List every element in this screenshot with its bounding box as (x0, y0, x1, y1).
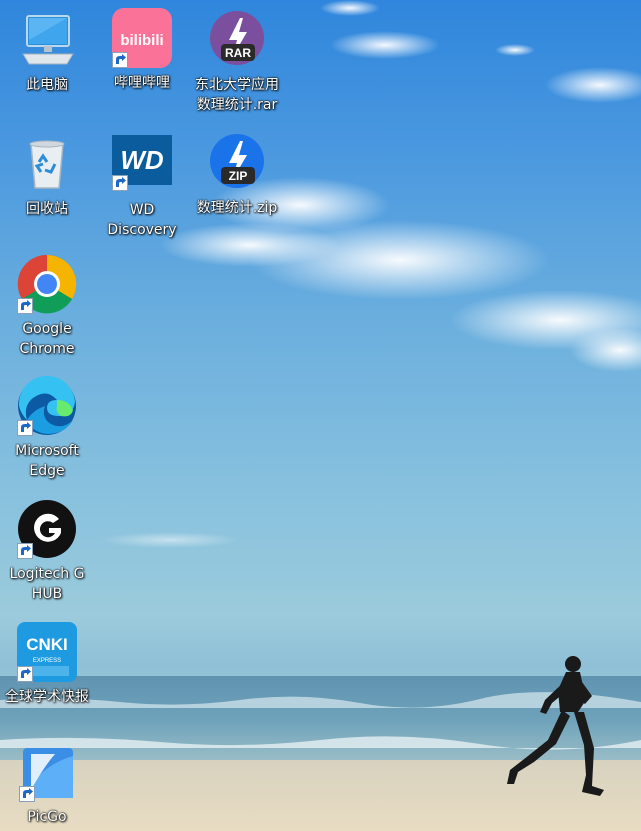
desktop-icon-picgo[interactable]: PicGo (2, 746, 92, 827)
desktop-icon-recycle-bin[interactable]: 回收站 (2, 134, 92, 219)
edge-icon (17, 375, 77, 436)
desktop-icon-microsoft-edge[interactable]: Microsoft Edge (2, 375, 92, 481)
recycle-bin-icon (17, 134, 77, 194)
zip-badge: ZIP (229, 169, 248, 183)
desktop-icon-rar-file[interactable]: RAR 东北大学应用 数理统计.rar (192, 10, 282, 115)
icon-label: 数理统计.zip (196, 200, 278, 216)
desktop-icon-zip-file[interactable]: ZIP 数理统计.zip (192, 133, 282, 218)
logitech-g-hub-icon (17, 499, 77, 559)
icon-label: 全球学术快报 (5, 689, 89, 705)
cnki-logo-subtext: EXPRESS (33, 658, 61, 664)
icon-label: 东北大学应用 数理统计.rar (195, 77, 279, 113)
bilibili-logo-text: bilibili (120, 32, 163, 49)
wd-logo-text: WD (120, 145, 164, 175)
shortcut-arrow-icon (17, 298, 33, 314)
bilibili-icon: bilibili (112, 8, 172, 68)
icon-label: WD Discovery (107, 202, 177, 238)
desktop-icon-bilibili[interactable]: bilibili 哔哩哔哩 (97, 8, 187, 93)
computer-icon (17, 10, 77, 70)
wd-discovery-icon: WD (112, 135, 172, 195)
cnki-logo-text: CNKI (26, 635, 68, 654)
wallpaper-image (0, 0, 641, 831)
desktop-icon-wd-discovery[interactable]: WD WD Discovery (97, 135, 187, 240)
shortcut-arrow-icon (112, 175, 128, 191)
shortcut-arrow-icon (17, 543, 33, 559)
icon-label: Microsoft Edge (15, 443, 79, 479)
icon-label: 此电脑 (26, 77, 68, 93)
zip-archive-icon: ZIP (207, 133, 267, 193)
icon-label: Logitech G HUB (9, 566, 85, 602)
chrome-icon (17, 254, 77, 314)
desktop-icon-cnki-express[interactable]: CNKI EXPRESS 全球学术快报 (2, 622, 92, 707)
icon-label: 回收站 (26, 201, 68, 217)
desktop-icon-this-pc[interactable]: 此电脑 (2, 10, 92, 95)
icon-label: 哔哩哔哩 (114, 75, 170, 91)
icon-label: PicGo (27, 809, 67, 825)
desktop: 此电脑 bilibili 哔哩哔哩 RAR 东北大学应用 数理统计.rar 回收… (0, 0, 641, 831)
rar-badge: RAR (225, 46, 251, 60)
shortcut-arrow-icon (112, 52, 128, 68)
desktop-icon-logitech-g-hub[interactable]: Logitech G HUB (2, 499, 92, 604)
rar-archive-icon: RAR (207, 10, 267, 70)
cnki-express-icon: CNKI EXPRESS (17, 622, 77, 682)
picgo-icon (19, 746, 75, 802)
icon-label: Google Chrome (19, 321, 75, 357)
shortcut-arrow-icon (17, 420, 33, 436)
shortcut-arrow-icon (17, 666, 33, 682)
shortcut-arrow-icon (19, 786, 35, 802)
desktop-icon-google-chrome[interactable]: Google Chrome (2, 254, 92, 359)
